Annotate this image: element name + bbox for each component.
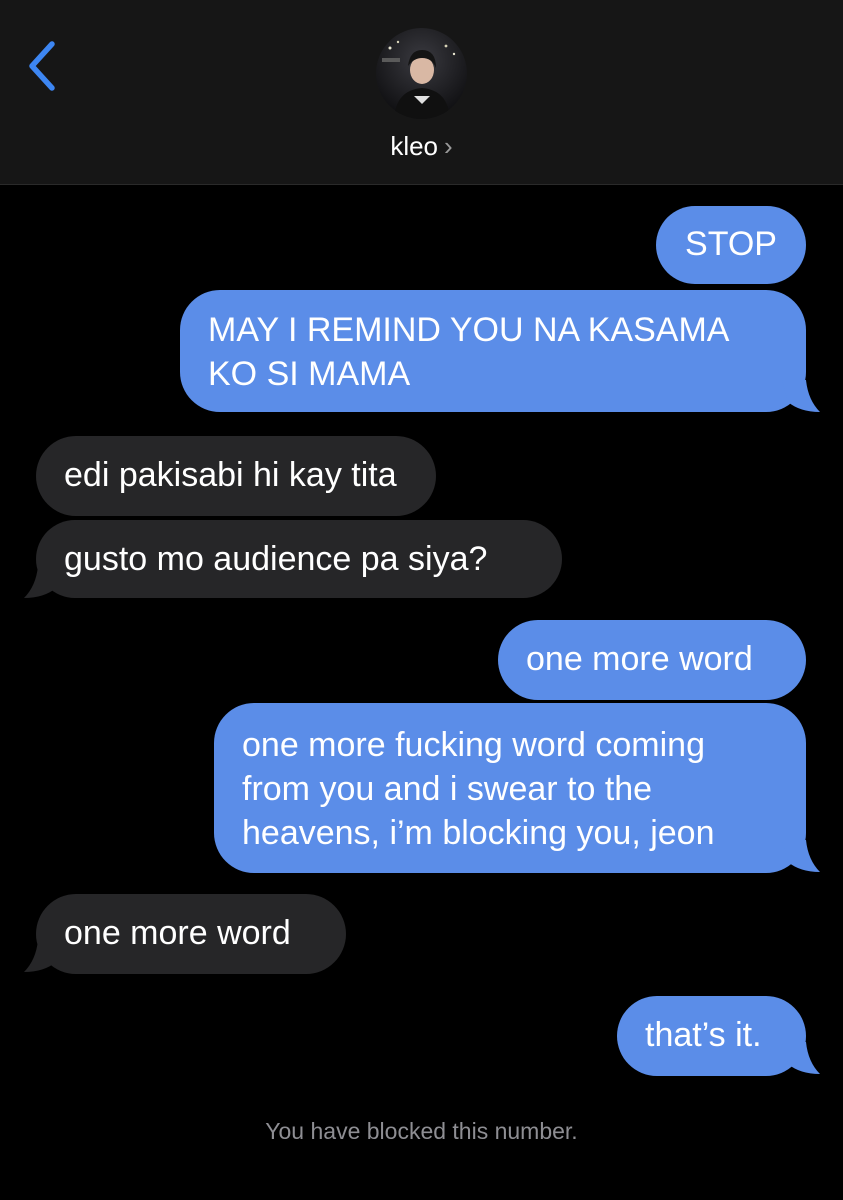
message-bubble-sent[interactable]: one more fucking word coming from you an…: [214, 703, 806, 873]
message-bubble-sent[interactable]: that’s it.: [617, 996, 806, 1076]
contact-avatar[interactable]: [376, 28, 467, 119]
avatar-photo: [376, 28, 467, 119]
conversation-header: kleo ›: [0, 0, 843, 185]
bubble-tail: [782, 1042, 820, 1074]
message-text: that’s it.: [645, 1016, 762, 1054]
message-bubble-sent[interactable]: one more word: [498, 620, 806, 700]
message-text: gusto mo audience pa siya?: [64, 540, 488, 578]
bubble-tail: [782, 840, 820, 872]
chevron-left-icon: [29, 41, 55, 91]
message-bubble-received[interactable]: one more word: [36, 894, 346, 974]
bubble-tail: [24, 566, 62, 598]
message-text: one more word: [64, 914, 291, 952]
contact-name: kleo: [390, 131, 439, 161]
message-bubble-sent[interactable]: MAY I REMIND YOU NA KASAMA KO SI MAMA: [180, 290, 806, 412]
bubble-tail: [24, 940, 62, 972]
message-bubble-sent[interactable]: STOP: [656, 206, 806, 284]
message-bubble-received[interactable]: edi pakisabi hi kay tita: [36, 436, 436, 516]
message-bubble-received[interactable]: gusto mo audience pa siya?: [36, 520, 562, 598]
message-text: STOP: [685, 225, 777, 263]
message-text: MAY I REMIND YOU NA KASAMA KO SI MAMA: [208, 311, 728, 393]
message-text: one more fucking word coming from you an…: [242, 726, 715, 852]
bubble-tail: [782, 380, 820, 412]
blocked-status-note: You have blocked this number.: [265, 1118, 578, 1144]
chevron-right-icon: ›: [444, 131, 453, 161]
back-button[interactable]: [24, 36, 68, 96]
message-text: one more word: [526, 640, 753, 678]
contact-name-button[interactable]: kleo ›: [0, 128, 843, 164]
message-text: edi pakisabi hi kay tita: [64, 456, 397, 494]
